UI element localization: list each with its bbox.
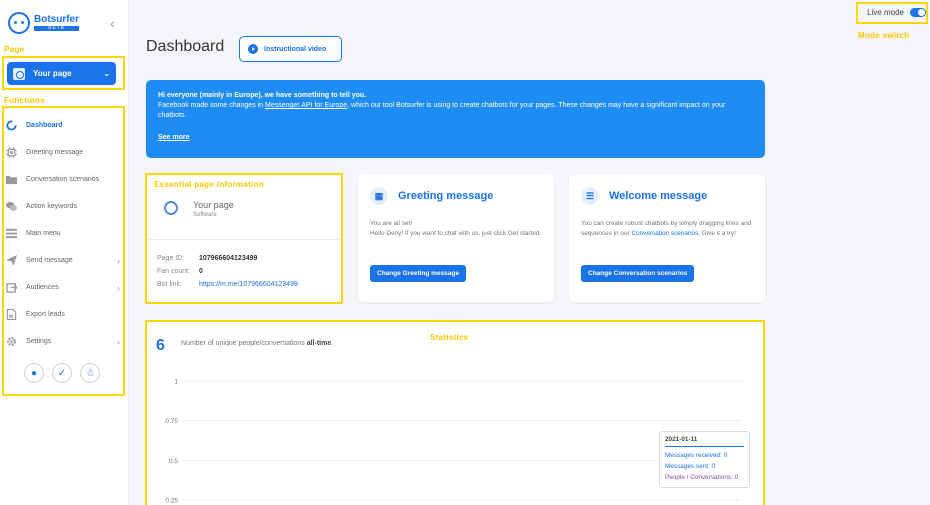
app-logo[interactable]: Botsurfer BETA	[8, 12, 80, 34]
collapse-sidebar-icon[interactable]: ‹	[110, 15, 115, 31]
greeting-card-title: Greeting message	[398, 190, 494, 202]
greeting-card-header: ▦ Greeting message	[370, 187, 542, 205]
messenger-api-link[interactable]: Messenger API for Europe	[265, 102, 347, 109]
change-scenarios-button[interactable]: Change Conversation scenarios	[581, 265, 695, 282]
notice-banner: Hi everyone (mainly in Europe), we have …	[146, 80, 765, 158]
welcome-card-title: Welcome message	[609, 190, 708, 202]
see-more-link[interactable]: See more	[158, 133, 190, 143]
statistics-annotation-box	[145, 320, 765, 505]
play-icon	[248, 44, 258, 54]
welcome-card-header: ☰ Welcome message	[581, 187, 753, 205]
message-icon: ☰	[581, 187, 599, 205]
page-annotation-label: Page	[4, 45, 25, 54]
essential-info-annotation-label: Essential page information	[154, 180, 265, 189]
mode-switch-annotation-label: Mode switch	[858, 31, 910, 40]
essential-info-annotation-box	[145, 173, 343, 304]
beta-badge: BETA	[34, 26, 80, 31]
instructional-video-label: Instructional video	[264, 45, 327, 53]
notice-text: Facebook made some changes in Messenger …	[158, 102, 726, 120]
page-annotation-box	[2, 56, 125, 90]
greeting-message-card: ▦ Greeting message You are all set! Hell…	[358, 175, 554, 302]
welcome-card-text: You can create robust chatbots by simply…	[581, 220, 752, 238]
bot-logo-icon	[8, 12, 30, 34]
conversation-scenarios-link[interactable]: Conversation scenarios	[631, 230, 698, 237]
statistics-annotation-label: Statistics	[430, 333, 469, 342]
notice-heading: Hi everyone (mainly in Europe), we have …	[158, 92, 367, 99]
instructional-video-button[interactable]: Instructional video	[239, 36, 342, 62]
functions-annotation-label: Functions	[4, 96, 45, 105]
functions-annotation-box	[2, 106, 125, 396]
welcome-message-card: ☰ Welcome message You can create robust …	[569, 175, 765, 302]
page-title: Dashboard	[146, 38, 225, 55]
mode-switch-annotation-box	[856, 2, 928, 24]
greeting-card-text: You are all set! Hello Deny! If you want…	[370, 220, 542, 238]
chip-icon: ▦	[370, 187, 388, 205]
change-greeting-button[interactable]: Change Greeting message	[370, 265, 466, 282]
app-name: Botsurfer	[34, 14, 80, 25]
